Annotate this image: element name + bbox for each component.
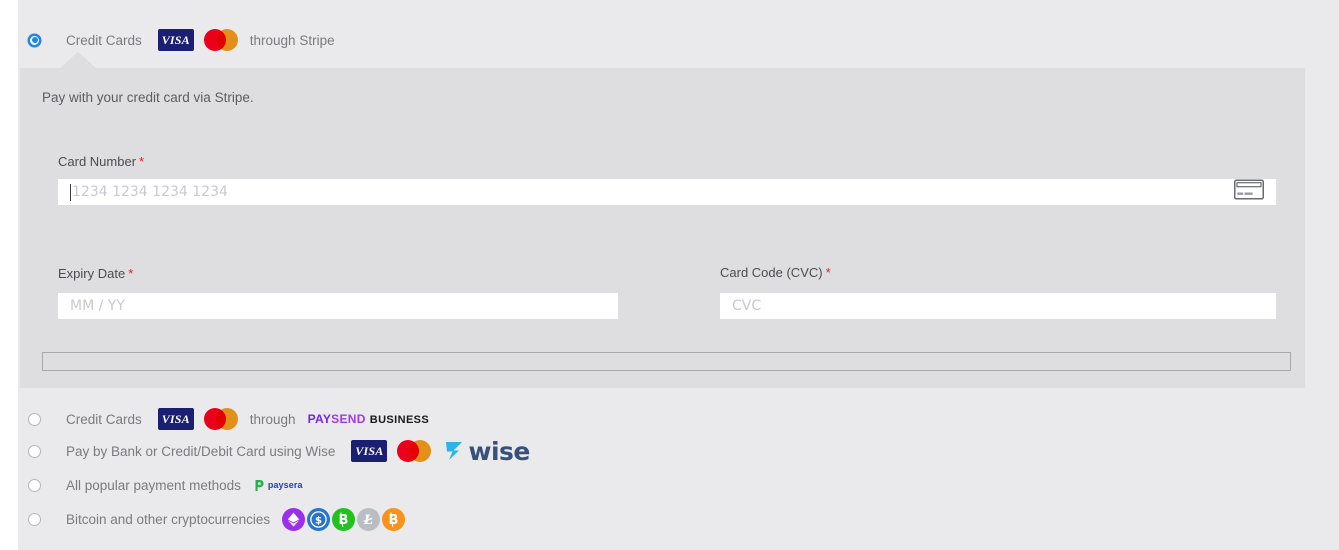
payment-option-paysend[interactable]: Credit Cards VISA through PAYSEND BUSINE… [28,404,429,434]
card-number-input[interactable]: 1234 1234 1234 1234 [58,179,1276,205]
payment-option-paysera[interactable]: All popular payment methods paysera [28,470,303,500]
text-caret [70,183,71,201]
panel-arrow-icon [60,52,96,68]
card-code-label: Card Code (CVC) * [720,265,831,280]
paysend-logo-pay: PAY [307,412,332,426]
visa-icon: VISA [157,408,194,430]
stripe-panel-intro: Pay with your credit card via Stripe. [42,90,254,105]
expiry-date-required-asterisk: * [128,266,134,281]
visa-icon-text: VISA [161,32,190,47]
mastercard-icon [397,440,432,462]
payment-option-suffix-paysend: through [249,411,296,427]
expiry-date-label-text: Expiry Date [58,266,126,281]
paysend-logo: PAYSEND BUSINESS [308,410,430,428]
mastercard-icon [203,408,238,430]
radio-wise[interactable] [28,444,41,458]
card-number-label-text: Card Number [58,154,137,169]
crypto-coin-list: $ B L B [282,507,406,531]
payment-option-wise[interactable]: Pay by Bank or Credit/Debit Card using W… [28,436,530,466]
visa-icon-text: VISA [161,411,190,426]
svg-text:B: B [339,513,349,528]
payment-method-selector: Credit Cards VISA through Stripe Pay wit… [0,0,1339,550]
card-code-input[interactable]: CVC [720,293,1276,319]
bitcoin-cash-icon: B [332,507,356,531]
payment-option-label-wise: Pay by Bank or Credit/Debit Card using W… [66,443,336,459]
wise-logo: wise [443,437,530,466]
card-code-label-text: Card Code (CVC) [720,265,823,280]
paysera-p-icon [255,479,264,491]
ethereum-icon [282,507,306,531]
expiry-date-placeholder: MM / YY [70,298,125,314]
radio-paysend[interactable] [28,412,41,426]
svg-text:B: B [389,513,399,528]
paysend-logo-business: BUSINESS [369,414,430,426]
mastercard-icon [203,29,238,51]
paysend-logo-send: SEND [331,412,366,426]
expiry-date-label: Expiry Date * [58,266,133,281]
wise-wordmark: wise [468,436,530,466]
litecoin-icon: L [357,507,381,531]
paysera-logo: paysera [253,479,303,492]
card-number-label: Card Number * [58,154,144,169]
bitcoin-icon: B [382,507,406,531]
radio-paysera[interactable] [28,478,41,492]
wise-arrow-icon [446,442,463,460]
payment-option-label-stripe: Credit Cards [66,32,142,48]
card-number-required-asterisk: * [139,154,145,169]
stripe-panel: Pay with your credit card via Stripe. Ca… [20,52,1305,388]
card-number-placeholder: 1234 1234 1234 1234 [72,184,228,200]
visa-icon: VISA [157,29,194,51]
payment-option-suffix-stripe: through Stripe [249,32,335,48]
svg-text:$: $ [315,515,322,526]
payment-option-label-paysera: All popular payment methods [66,477,241,493]
payment-option-label-crypto: Bitcoin and other cryptocurrencies [66,511,271,527]
radio-stripe[interactable] [28,33,41,47]
usd-coin-icon: $ [307,507,331,531]
card-code-required-asterisk: * [825,265,831,280]
payment-option-stripe[interactable]: Credit Cards VISA through Stripe [28,25,335,55]
card-code-placeholder: CVC [732,298,762,314]
credit-card-icon [1234,179,1264,205]
visa-icon: VISA [351,440,388,462]
expiry-date-input[interactable]: MM / YY [58,293,618,319]
radio-crypto[interactable] [28,512,41,526]
payment-option-crypto[interactable]: Bitcoin and other cryptocurrencies $ B L… [28,504,406,534]
paysera-wordmark: paysera [267,480,303,490]
payment-option-label-paysend: Credit Cards [66,411,142,427]
visa-icon-text: VISA [355,443,384,458]
panel-footer-box [42,352,1291,371]
